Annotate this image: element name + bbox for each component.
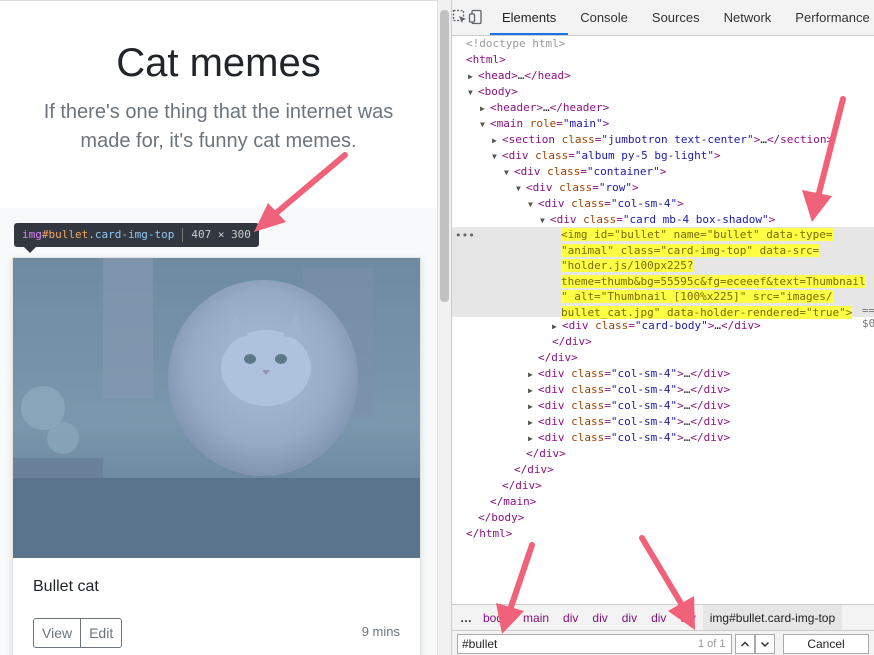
- dom-node[interactable]: </div>: [452, 334, 874, 350]
- dom-node[interactable]: <html>: [452, 52, 874, 68]
- breadcrumb-overflow[interactable]: …: [452, 611, 476, 625]
- cat-card: Bullet cat View Edit 9 mins: [12, 257, 421, 655]
- dom-node[interactable]: </main>: [452, 494, 874, 510]
- bullet-cat-image[interactable]: [13, 258, 420, 558]
- card-timestamp: 9 mins: [361, 624, 400, 639]
- breadcrumb-main[interactable]: main: [516, 611, 556, 625]
- dom-node[interactable]: ▼ <div class="row">: [452, 180, 874, 196]
- dom-node[interactable]: ▶ <section class="jumbotron text-center">…: [452, 132, 874, 148]
- edit-button[interactable]: Edit: [81, 618, 123, 648]
- card-button-group: View Edit: [33, 618, 123, 648]
- devtools-panel: Elements Console Sources Network Perform…: [451, 0, 874, 655]
- dom-tree: <!doctype html> <html> ▶ <head>…</head> ▼…: [452, 36, 874, 604]
- breadcrumb-div[interactable]: div: [556, 611, 585, 625]
- dom-node[interactable]: ▶ <div class="col-sm-4">…</div>: [452, 414, 874, 430]
- selected-line-4: theme=thumb&bg=55595c&fg=eceeef&text=Thu…: [561, 274, 866, 288]
- dom-node[interactable]: ▼ <div class="container">: [452, 164, 874, 180]
- dom-node[interactable]: ▼ <div class="card mb-4 box-shadow">: [452, 212, 874, 228]
- dom-node[interactable]: </div>: [452, 462, 874, 478]
- tooltip-class: .card-img-top: [88, 228, 175, 241]
- dom-node[interactable]: </div>: [452, 446, 874, 462]
- screenshot-root: Cat memes If there's one thing that the …: [0, 0, 874, 655]
- dom-node[interactable]: ▶ <head>…</head>: [452, 68, 874, 84]
- node-menu-dots[interactable]: •••: [455, 229, 475, 242]
- selected-line-2: "animal" class="card-img-top" data-src=: [561, 243, 820, 257]
- dom-node[interactable]: ▼ <body>: [452, 84, 874, 100]
- page-lead: If there's one thing that the internet w…: [43, 101, 394, 152]
- dom-node[interactable]: ▶ <header>…</header>: [452, 100, 874, 116]
- page-scrollbar[interactable]: [437, 0, 451, 655]
- tab-console[interactable]: Console: [568, 0, 640, 35]
- dom-node[interactable]: ▶ <div class="col-sm-4">…</div>: [452, 366, 874, 382]
- dom-node[interactable]: ▼ <main role="main">: [452, 116, 874, 132]
- breadcrumb-selected[interactable]: img#bullet.card-img-top: [702, 605, 843, 630]
- tooltip-dimensions: 407 × 300: [191, 228, 251, 241]
- search-next-button[interactable]: [755, 634, 775, 654]
- search-bar: 1 of 1 Cancel: [452, 630, 874, 655]
- breadcrumb: … body main div div div div div img#bull…: [452, 604, 874, 630]
- inspect-element-icon[interactable]: [452, 0, 468, 35]
- jumbotron: Cat memes If there's one thing that the …: [0, 1, 437, 208]
- selected-line-1: <img id="bullet" name="bullet" data-type…: [561, 228, 833, 241]
- device-toolbar-icon[interactable]: [468, 0, 484, 35]
- cancel-button[interactable]: Cancel: [783, 634, 869, 654]
- scrollbar-thumb[interactable]: [440, 10, 449, 302]
- tooltip-divider: [182, 228, 184, 242]
- dom-node[interactable]: </html>: [452, 526, 874, 542]
- inspect-tooltip: img #bullet .card-img-top 407 × 300: [14, 223, 259, 253]
- view-button[interactable]: View: [33, 618, 82, 648]
- search-input[interactable]: [457, 634, 732, 654]
- page-title: Cat memes: [116, 41, 321, 85]
- dom-node[interactable]: ▶ <div class="col-sm-4">…</div>: [452, 430, 874, 446]
- dom-node[interactable]: ▶ <div class="card-body">…</div>: [452, 318, 874, 334]
- tab-network[interactable]: Network: [712, 0, 784, 35]
- chevron-up-icon: [740, 641, 750, 647]
- breadcrumb-div[interactable]: div: [615, 611, 644, 625]
- dom-node[interactable]: </div>: [452, 478, 874, 494]
- tooltip-tag: img: [22, 228, 42, 241]
- search-prev-button[interactable]: [735, 634, 755, 654]
- breadcrumb-body[interactable]: body: [476, 611, 516, 625]
- element-highlight-overlay: [13, 258, 420, 558]
- tooltip-id: #bullet: [41, 228, 89, 241]
- selected-img-node[interactable]: <img id="bullet" name="bullet" data-type…: [561, 227, 866, 320]
- dom-node[interactable]: </div>: [452, 350, 874, 366]
- devtools-toolbar: Elements Console Sources Network Perform…: [452, 0, 874, 36]
- dom-node[interactable]: ▼ <div class="album py-5 bg-light">: [452, 148, 874, 164]
- selected-line-3: "holder.js/100px225?: [561, 259, 694, 272]
- card-title: Bullet cat: [33, 578, 99, 595]
- dom-node[interactable]: ▼ <div class="col-sm-4">: [452, 196, 874, 212]
- breadcrumb-div[interactable]: div: [585, 611, 614, 625]
- tab-elements[interactable]: Elements: [490, 0, 569, 35]
- breadcrumb-div[interactable]: div: [644, 611, 673, 625]
- breadcrumb-div[interactable]: div: [673, 611, 702, 625]
- selected-line-5: " alt="Thumbnail [100%x225]" src="images…: [561, 290, 833, 303]
- page-preview: Cat memes If there's one thing that the …: [0, 0, 437, 655]
- dom-node[interactable]: ▶ <div class="col-sm-4">…</div>: [452, 382, 874, 398]
- selected-line-6: bullet_cat.jpg" data-holder-rendered="tr…: [561, 305, 853, 319]
- dom-node[interactable]: ▶ <div class="col-sm-4">…</div>: [452, 398, 874, 414]
- dom-node[interactable]: <!doctype html>: [452, 36, 874, 52]
- dom-node[interactable]: </body>: [452, 510, 874, 526]
- chevron-down-icon: [760, 641, 770, 648]
- tab-sources[interactable]: Sources: [640, 0, 712, 35]
- search-count: 1 of 1: [698, 638, 726, 650]
- tab-performance[interactable]: Performance: [783, 0, 874, 35]
